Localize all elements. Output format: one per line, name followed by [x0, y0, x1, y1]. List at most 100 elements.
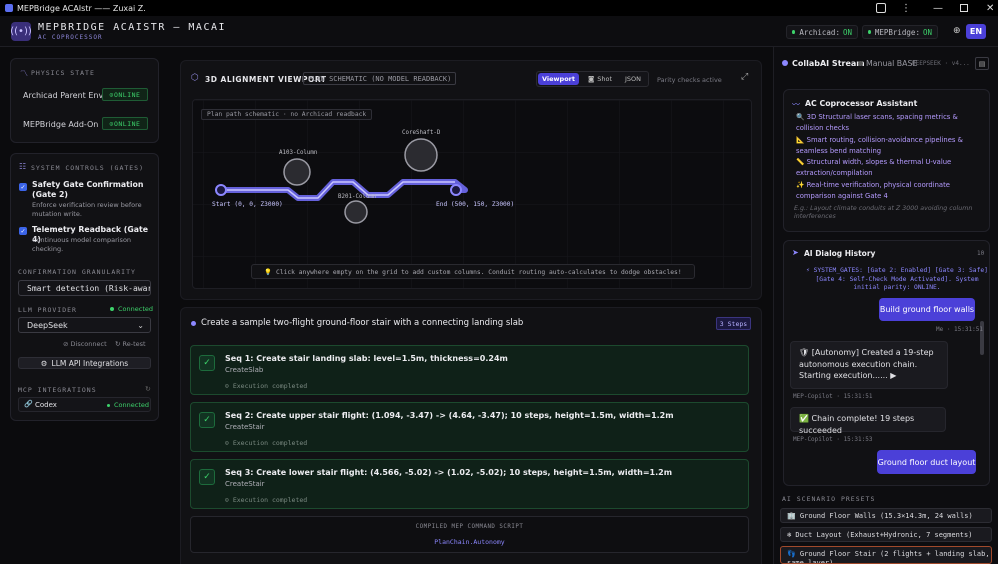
maximize-icon[interactable]: [960, 4, 968, 12]
llm-api-integrations-button[interactable]: ⚙ LLM API Integrations: [18, 357, 151, 369]
plan-dot-icon: [191, 321, 196, 326]
preset-ground-floor-stair[interactable]: 👣 Ground Floor Stair (2 flights + landin…: [780, 546, 992, 564]
end-node: [450, 184, 462, 196]
llm-provider-label: LLM PROVIDER: [18, 306, 77, 314]
assistant-title: AC Coprocessor Assistant: [805, 99, 918, 108]
link-icon: 🔗: [24, 400, 33, 408]
ai-message: ✅ Chain complete! 19 steps succeeded: [790, 407, 946, 435]
compiled-script-link[interactable]: PlanChain.Autonomy: [191, 538, 748, 546]
grid-background: [193, 100, 751, 288]
disconnect-link[interactable]: ⊘ Disconnect: [63, 340, 107, 348]
more-menu-icon[interactable]: ⋮: [901, 3, 911, 14]
close-icon[interactable]: ✕: [986, 3, 994, 14]
step-title: Seq 2: Create upper stair flight: (1.094…: [225, 411, 674, 420]
assistant-example: E.g.: Layout climate conduits at Z 3000 …: [794, 205, 973, 220]
label-a103: A103-Column: [279, 150, 318, 156]
brand-name: MEPBRIDGE ACAISTR — MACAI: [38, 22, 227, 33]
gate2-description: Enforce verification review before mutat…: [32, 201, 142, 218]
user-message: Build ground floor walls: [879, 298, 975, 321]
wifi-icon: 〰: [792, 100, 800, 109]
preset-duct-layout[interactable]: ❄ Duct Layout (Exhaust+Hydronic, 7 segme…: [780, 527, 992, 542]
presets-title: AI SCENARIO PRESETS: [782, 495, 876, 503]
status-dot-icon: [792, 30, 796, 34]
plan-title: Create a sample two-flight ground-floor …: [201, 318, 524, 328]
stream-title: CollabAI Stream: [792, 59, 865, 68]
step-title: Seq 3: Create lower stair flight: (4.566…: [225, 468, 673, 477]
view-tabs: Viewport ◙ Shot JSON: [536, 71, 649, 87]
physics-state-title: PHYSICS STATE: [31, 69, 95, 77]
step-status: ⊙ Execution completed: [225, 496, 308, 504]
plan-schematic-badge: PLAN SCHEMATIC (NO MODEL READBACK): [303, 72, 457, 85]
expand-icon[interactable]: ⤢: [741, 72, 748, 82]
parity-status: Parity checks active: [657, 76, 722, 84]
cube-icon: ⬡: [191, 73, 199, 83]
system-controls-panel: ☷ SYSTEM CONTROLS (GATES) ✓ Safety Gate …: [10, 153, 159, 421]
assistant-capability: 📏 Structural width, slopes & thermal U-v…: [796, 158, 952, 177]
globe-icon[interactable]: ⊕: [953, 26, 961, 36]
retest-link[interactable]: ↻ Re-test: [115, 340, 146, 348]
viewport-canvas[interactable]: Plan path schematic · no Archicad readba…: [192, 99, 752, 289]
check-icon: ✓: [199, 469, 215, 485]
sliders-icon: ☷: [19, 162, 27, 171]
archicad-status-pill: Archicad: ON: [786, 25, 858, 39]
mepbridge-status-pill: MEPBridge: ON: [862, 25, 938, 39]
assistant-capability: 🔍 3D Structural laser scans, spacing met…: [796, 113, 958, 132]
assistant-capability: ✨ Real-time verification, physical coord…: [796, 181, 950, 200]
activity-icon: 〽: [20, 69, 28, 78]
mcp-integrations-label: MCP INTEGRATIONS: [18, 386, 97, 394]
window-controls: ⋮ — ✕: [876, 0, 994, 16]
check-icon: ✓: [199, 412, 215, 428]
label-coreshaft: CoreShaft-D: [402, 130, 441, 136]
compiled-script-box: COMPILED MEP COMMAND SCRIPT PlanChain.Au…: [190, 516, 749, 553]
step-status: ⊙ Execution completed: [225, 382, 308, 390]
gate2-title: Safety Gate Confirmation (Gate 2): [32, 180, 144, 199]
minimize-icon[interactable]: —: [933, 3, 943, 14]
gear-icon: ⚙: [40, 358, 48, 368]
tab-json[interactable]: JSON: [619, 73, 647, 85]
camera-icon: ◙: [587, 75, 595, 83]
mode-label[interactable]: Manual BASE: [866, 59, 917, 68]
gate4-description: Continuous model comparison checking.: [32, 236, 132, 253]
canvas-hint: 💡 Click anywhere empty on the grid to ad…: [251, 264, 695, 279]
granularity-label: CONFIRMATION GRANULARITY: [18, 268, 136, 276]
ai-message-meta: MEP-Copilot · 15:31:53: [793, 436, 873, 443]
tab-shot[interactable]: ◙ Shot: [584, 73, 616, 85]
granularity-select[interactable]: Smart detection (Risk-aware): [18, 280, 151, 296]
assistant-capability: 📐 Smart routing, collision-avoidance pip…: [796, 136, 963, 155]
user-message: Ground floor duct layout: [877, 450, 976, 474]
check-icon: ✓: [199, 355, 215, 371]
broadcast-icon: ((•)): [10, 22, 32, 41]
llm-provider-select[interactable]: DeepSeek ⌄: [18, 317, 151, 333]
stream-dot-icon: [782, 60, 788, 66]
history-count: 10: [977, 250, 985, 257]
start-node: [215, 184, 227, 196]
model-label: DEEPSEEK · v4...: [912, 60, 970, 67]
gate2-checkbox[interactable]: ✓: [19, 183, 27, 191]
ai-message-meta: MEP-Copilot · 15:31:51: [793, 393, 873, 400]
gate4-checkbox[interactable]: ✓: [19, 227, 27, 235]
system-controls-title: SYSTEM CONTROLS (GATES): [31, 164, 145, 172]
archicad-online-badge: ⊙ ONLINE: [102, 88, 148, 101]
plan-step[interactable]: ✓ Seq 2: Create upper stair flight: (1.0…: [190, 402, 749, 452]
plan-step[interactable]: ✓ Seq 1: Create stair landing slab: leve…: [190, 345, 749, 395]
language-button[interactable]: EN: [966, 24, 986, 39]
mcp-item-codex[interactable]: 🔗 Codex Connected: [18, 397, 151, 412]
tab-viewport[interactable]: Viewport: [538, 73, 579, 85]
steps-badge: 3 Steps: [716, 317, 751, 330]
llm-connected-status: Connected: [110, 305, 153, 313]
end-label: End (500, 150, Z3000): [436, 201, 515, 208]
brand-subtitle: AC COPROCESSOR: [38, 34, 103, 41]
ai-message: 🛡 [Autonomy] Created a 19-step autonomou…: [790, 341, 948, 389]
chevron-down-icon: ⌄: [137, 320, 144, 330]
plan-step[interactable]: ✓ Seq 3: Create lower stair flight: (4.5…: [190, 459, 749, 509]
refresh-icon[interactable]: ↻: [145, 385, 151, 393]
panel-toggle-icon[interactable]: ▤: [975, 57, 989, 70]
start-label: Start (0, 0, Z3000): [212, 201, 283, 208]
send-icon: ➤: [792, 248, 799, 257]
extension-icon[interactable]: [876, 3, 886, 13]
label-b201: B201-Column: [338, 194, 377, 200]
preset-ground-floor-walls[interactable]: 🏢 Ground Floor Walls (15.3×14.3m, 24 wal…: [780, 508, 992, 523]
column-coreshaft-d: [404, 138, 438, 172]
mode-dot-icon: [858, 61, 863, 66]
schematic-svg: [193, 100, 751, 288]
